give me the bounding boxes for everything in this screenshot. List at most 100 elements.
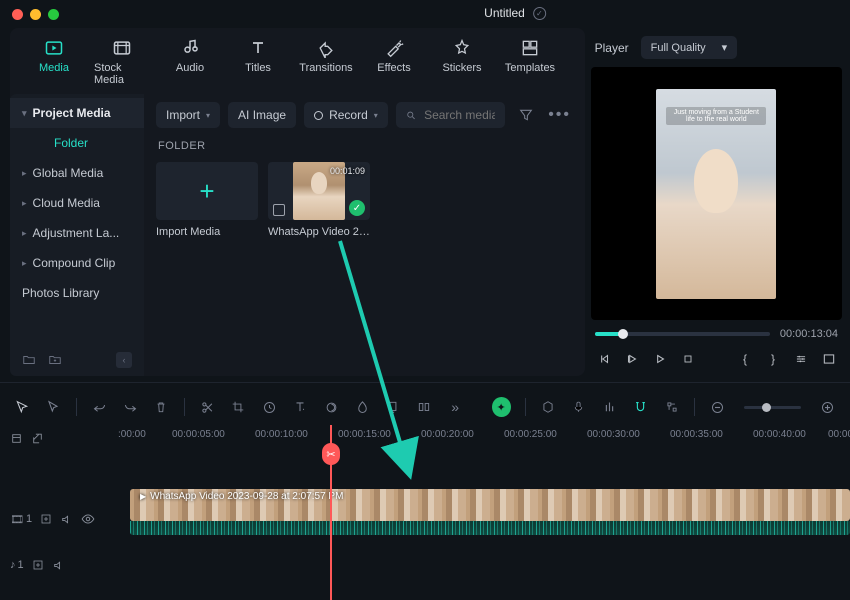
- transitions-icon: [315, 38, 337, 58]
- crop-tool[interactable]: [230, 398, 247, 416]
- settings-icon[interactable]: [792, 350, 810, 368]
- more-menu-button[interactable]: •••: [547, 102, 573, 128]
- undo-button[interactable]: [91, 398, 108, 416]
- timecode: 00:00:13:04: [780, 328, 838, 340]
- text-tool[interactable]: [292, 398, 309, 416]
- stop-button[interactable]: [679, 350, 697, 368]
- time-ruler[interactable]: :00:0000:00:05:0000:00:10:0000:00:15:000…: [110, 425, 850, 447]
- fullscreen-button[interactable]: [820, 350, 838, 368]
- select-tool[interactable]: [45, 398, 62, 416]
- mark-in-button[interactable]: {: [736, 350, 754, 368]
- player-panel: Player Full Quality ▾ Just moving from a…: [591, 28, 842, 376]
- pager-prev[interactable]: ‹: [116, 352, 132, 368]
- document-title-text: Untitled: [484, 6, 525, 20]
- track-add-icon[interactable]: [32, 559, 44, 571]
- track-add-icon[interactable]: [40, 513, 52, 525]
- search-box[interactable]: [396, 102, 505, 128]
- tab-stickers[interactable]: Stickers: [434, 38, 490, 86]
- more-tools[interactable]: »: [447, 398, 464, 416]
- seek-thumb[interactable]: [618, 329, 628, 339]
- sidebar-header-project-media[interactable]: ▾ Project Media: [10, 98, 144, 128]
- color-tool[interactable]: [354, 398, 371, 416]
- timeline-collapse-icon[interactable]: [10, 432, 23, 445]
- sidebar-item-global-media[interactable]: ▸ Global Media: [10, 158, 144, 188]
- speed-tool[interactable]: [261, 398, 278, 416]
- close-window-button[interactable]: [12, 9, 23, 20]
- play-button[interactable]: [651, 350, 669, 368]
- tab-media[interactable]: Media: [26, 38, 82, 86]
- keyframe-tool[interactable]: [323, 398, 340, 416]
- tab-transitions[interactable]: Transitions: [298, 38, 354, 86]
- adjust-tool[interactable]: [416, 398, 433, 416]
- stock-media-icon: [111, 38, 133, 58]
- split-tool[interactable]: [199, 398, 216, 416]
- snap-toggle[interactable]: [632, 398, 649, 416]
- step-back-button[interactable]: [595, 350, 613, 368]
- sidebar-item-label: Global Media: [33, 166, 104, 180]
- sidebar-item-compound-clip[interactable]: ▸ Compound Clip: [10, 248, 144, 278]
- sidebar-item-folder[interactable]: Folder: [10, 128, 144, 158]
- zoom-thumb[interactable]: [762, 403, 771, 412]
- tab-label: Templates: [505, 62, 555, 74]
- play-pause-button[interactable]: [623, 350, 641, 368]
- quality-dropdown[interactable]: Full Quality ▾: [641, 36, 738, 59]
- track-mute-icon[interactable]: [52, 559, 65, 572]
- import-media-tile[interactable]: + Import Media: [156, 162, 258, 238]
- playhead-handle[interactable]: ✂: [322, 443, 340, 465]
- tab-titles[interactable]: Titles: [230, 38, 286, 86]
- chevron-down-icon: ▾: [206, 111, 210, 120]
- tab-effects[interactable]: Effects: [366, 38, 422, 86]
- mark-out-button[interactable]: }: [764, 350, 782, 368]
- track-headers: 🎞1 ♪1: [0, 425, 110, 600]
- media-clip-tile[interactable]: 00:01:09 ✓ WhatsApp Video 202...: [268, 162, 370, 238]
- record-dropdown[interactable]: Record ▾: [304, 102, 388, 128]
- clip-audio-waveform[interactable]: [130, 521, 850, 535]
- ai-image-button[interactable]: AI Image: [228, 102, 296, 128]
- link-toggle[interactable]: [663, 398, 680, 416]
- audio-icon: [179, 38, 201, 58]
- video-preview[interactable]: Just moving from a Student life to the r…: [591, 67, 842, 320]
- video-clip[interactable]: WhatsApp Video 2023-09-28 at 2:07:57 PM: [130, 489, 850, 521]
- seek-bar[interactable]: 00:00:13:04: [591, 326, 842, 342]
- timeline: 🎞1 ♪1 :00:0000:00:05:0000:00:10:0000:00:…: [0, 425, 850, 600]
- seek-track[interactable]: [595, 332, 770, 336]
- zoom-slider[interactable]: [744, 406, 801, 409]
- pointer-tool[interactable]: [14, 398, 31, 416]
- track-visibility-icon[interactable]: [81, 512, 95, 526]
- marker-add-button[interactable]: [539, 398, 556, 416]
- tab-stock-media[interactable]: Stock Media: [94, 38, 150, 86]
- clip-added-check-icon: ✓: [349, 200, 365, 216]
- search-icon: [406, 109, 416, 122]
- folder-icon[interactable]: [22, 353, 36, 367]
- video-lane: WhatsApp Video 2023-09-28 at 2:07:57 PM: [110, 489, 850, 531]
- thumb-label: Import Media: [156, 226, 258, 238]
- tab-audio[interactable]: Audio: [162, 38, 218, 86]
- timeline-detach-icon[interactable]: [31, 432, 44, 445]
- voiceover-button[interactable]: [570, 398, 587, 416]
- sidebar-item-adjustment-layer[interactable]: ▸ Adjustment La...: [10, 218, 144, 248]
- tab-templates[interactable]: Templates: [502, 38, 558, 86]
- window-controls: [12, 9, 59, 20]
- dropdown-label: Record: [329, 108, 368, 122]
- track-mute-icon[interactable]: [60, 513, 73, 526]
- zoom-in-button[interactable]: [819, 398, 836, 416]
- import-dropdown[interactable]: Import ▾: [156, 102, 220, 128]
- minimize-window-button[interactable]: [30, 9, 41, 20]
- redo-button[interactable]: [122, 398, 139, 416]
- media-panel: Media Stock Media Audio Titles Transitio…: [10, 28, 585, 376]
- new-folder-icon[interactable]: [48, 353, 62, 367]
- ai-assist-button[interactable]: ✦: [492, 397, 511, 417]
- sidebar-item-photos-library[interactable]: Photos Library: [10, 278, 144, 308]
- filter-button[interactable]: [513, 102, 539, 128]
- sidebar-item-cloud-media[interactable]: ▸ Cloud Media: [10, 188, 144, 218]
- audio-mixer-button[interactable]: [601, 398, 618, 416]
- search-input[interactable]: [424, 108, 495, 122]
- delete-button[interactable]: [153, 398, 170, 416]
- titlebar: Untitled ✓: [0, 0, 850, 28]
- zoom-out-button[interactable]: [709, 398, 726, 416]
- tab-label: Effects: [377, 62, 410, 74]
- timeline-tracks[interactable]: :00:0000:00:05:0000:00:10:0000:00:15:000…: [110, 425, 850, 600]
- panel-tabs: Media Stock Media Audio Titles Transitio…: [10, 28, 585, 94]
- marker-tool[interactable]: [385, 398, 402, 416]
- maximize-window-button[interactable]: [48, 9, 59, 20]
